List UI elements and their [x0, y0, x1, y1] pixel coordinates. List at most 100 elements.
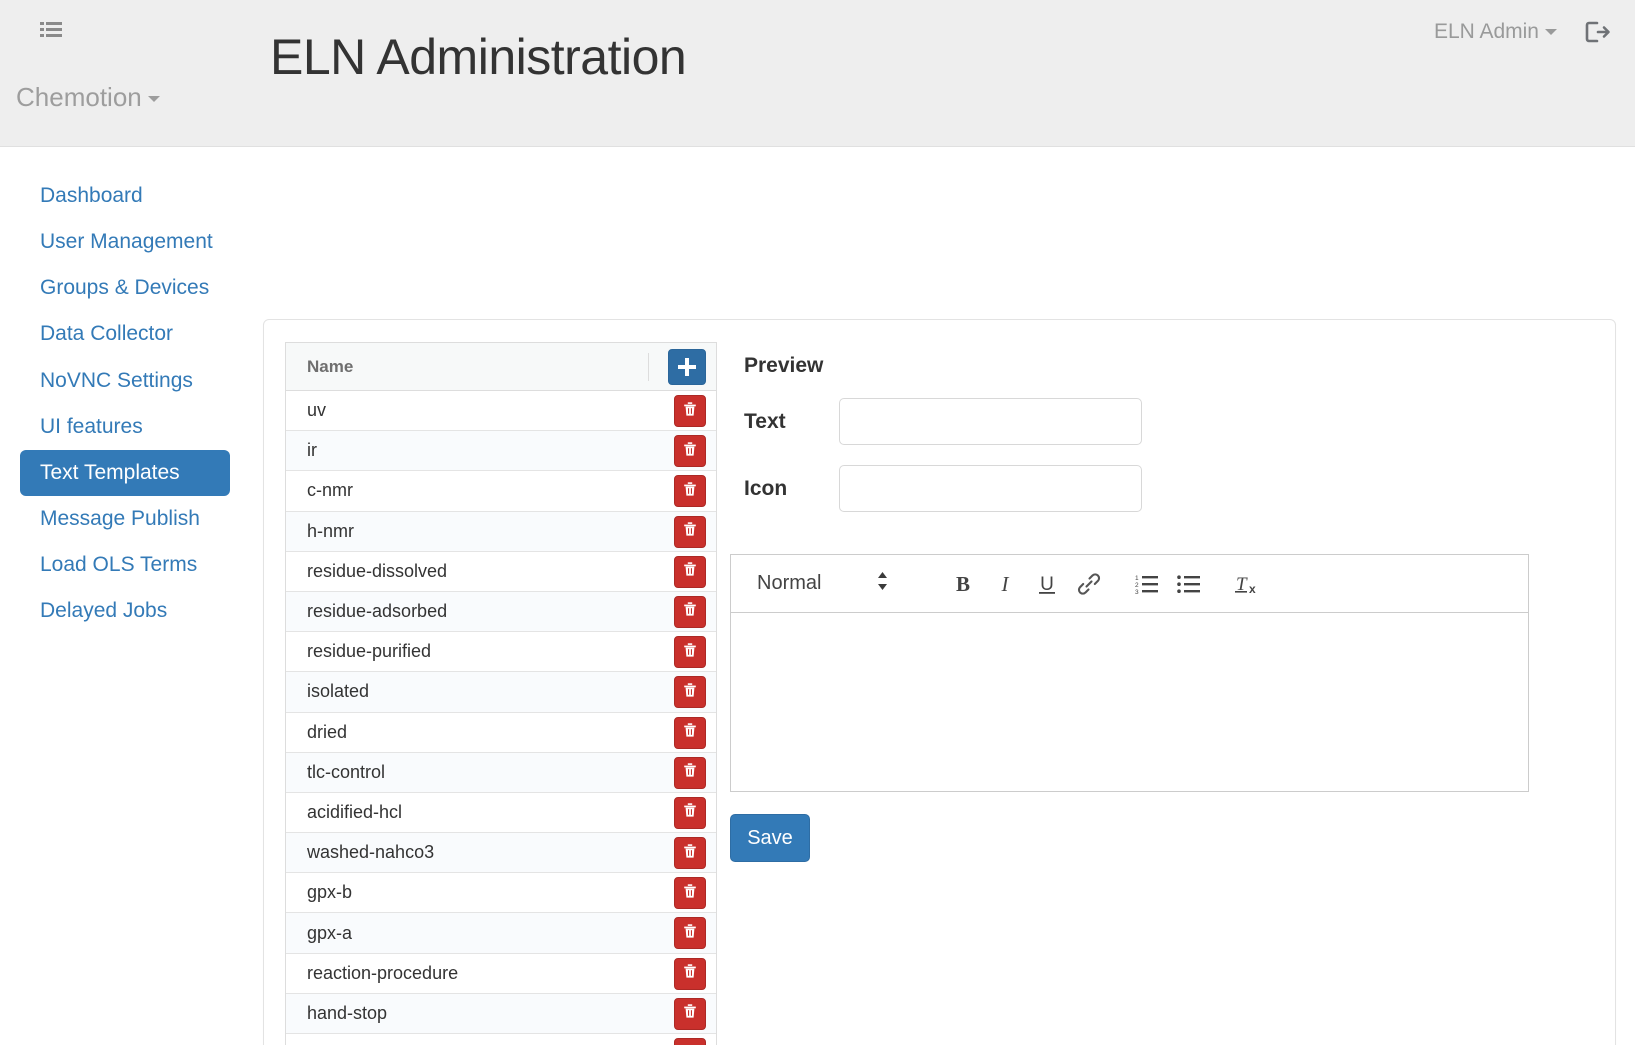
- page-body: Dashboard User Management Groups & Devic…: [0, 147, 1635, 1045]
- trash-icon: [681, 440, 699, 463]
- ordered-list-icon[interactable]: 1 2 3: [1126, 564, 1168, 604]
- table-row[interactable]: gpx-b: [286, 873, 716, 914]
- trash-icon: [681, 600, 699, 623]
- trash-icon: [681, 842, 699, 865]
- table-row[interactable]: uv: [286, 391, 716, 432]
- template-name-cell: reaction-procedure: [307, 962, 459, 983]
- list-hamburger-icon[interactable]: [38, 18, 64, 44]
- delete-template-button[interactable]: [674, 555, 706, 588]
- updown-chevron-icon: [875, 570, 890, 597]
- brand-label: Chemotion: [16, 82, 142, 112]
- editor-content-area[interactable]: [731, 613, 1528, 791]
- sidebar-item-user-management[interactable]: User Management: [20, 219, 230, 265]
- delete-template-button[interactable]: [674, 515, 706, 548]
- save-button[interactable]: Save: [730, 814, 810, 862]
- table-row[interactable]: washed-nahco3: [286, 833, 716, 874]
- editor-toolbar: Normal B I U 1 2 3 T x: [731, 555, 1528, 613]
- delete-template-button[interactable]: [674, 435, 706, 468]
- delete-template-button[interactable]: [674, 1038, 706, 1045]
- trash-icon: [681, 882, 699, 905]
- format-picker[interactable]: Normal: [757, 570, 890, 597]
- sidebar-item-dashboard[interactable]: Dashboard: [20, 173, 230, 219]
- delete-template-button[interactable]: [674, 837, 706, 870]
- page-title: ELN Administration: [270, 29, 687, 85]
- template-name-cell: residue-purified: [307, 641, 432, 662]
- user-menu[interactable]: ELN Admin: [1434, 20, 1557, 44]
- navbar-right: ELN Admin: [1434, 18, 1611, 46]
- delete-template-button[interactable]: [674, 957, 706, 990]
- table-row[interactable]: resin-solvent-reagent: [286, 1034, 716, 1045]
- text-input[interactable]: [839, 398, 1142, 445]
- svg-text:1: 1: [1135, 575, 1139, 582]
- template-name-cell: gpx-b: [307, 882, 353, 903]
- template-name-cell: residue-dissolved: [307, 560, 448, 581]
- table-row[interactable]: acidified-hcl: [286, 792, 716, 834]
- template-name-cell: washed-nahco3: [307, 842, 435, 863]
- delete-template-button[interactable]: [674, 796, 706, 829]
- sidebar-item-delayed-jobs[interactable]: Delayed Jobs: [20, 588, 230, 634]
- delete-template-button[interactable]: [674, 475, 706, 508]
- table-row[interactable]: reaction-procedure: [286, 953, 716, 994]
- bold-icon[interactable]: B: [942, 564, 984, 604]
- svg-text:x: x: [1249, 582, 1256, 596]
- trash-icon: [681, 962, 699, 985]
- sidebar-item-groups-devices[interactable]: Groups & Devices: [20, 265, 230, 311]
- rich-text-editor: Normal B I U 1 2 3 T x: [730, 554, 1529, 792]
- delete-template-button[interactable]: [674, 716, 706, 749]
- brand-dropdown[interactable]: Chemotion: [16, 82, 160, 113]
- delete-template-button[interactable]: [674, 395, 706, 427]
- trash-icon: [681, 1002, 699, 1025]
- table-row[interactable]: isolated: [286, 672, 716, 713]
- delete-template-button[interactable]: [674, 917, 706, 950]
- table-row[interactable]: residue-dissolved: [286, 551, 716, 592]
- delete-template-button[interactable]: [674, 756, 706, 789]
- delete-template-button[interactable]: [674, 877, 706, 910]
- sidebar-item-data-collector[interactable]: Data Collector: [20, 311, 230, 357]
- sidebar-item-text-templates[interactable]: Text Templates: [20, 449, 230, 496]
- delete-template-button[interactable]: [674, 997, 706, 1030]
- table-row[interactable]: residue-purified: [286, 632, 716, 673]
- plus-icon: [678, 358, 696, 376]
- sidebar-item-ui-features[interactable]: UI features: [20, 404, 230, 450]
- delete-template-button[interactable]: [674, 636, 706, 669]
- italic-icon[interactable]: I: [984, 564, 1026, 604]
- delete-template-button[interactable]: [674, 676, 706, 709]
- clear-format-icon[interactable]: T x: [1226, 564, 1268, 604]
- icon-input[interactable]: [839, 465, 1142, 512]
- column-header-name: Name: [307, 356, 354, 376]
- template-name-cell: acidified-hcl: [307, 801, 403, 822]
- content-panel: Name uv ir c-nmr h-nmr residue-dissolved resi…: [263, 319, 1616, 1045]
- sidebar-item-message-publish[interactable]: Message Publish: [20, 496, 230, 542]
- logout-icon[interactable]: [1583, 18, 1611, 46]
- underline-icon[interactable]: U: [1026, 564, 1068, 604]
- table-row[interactable]: h-nmr: [286, 511, 716, 552]
- icon-field-label: Icon: [744, 476, 788, 500]
- table-row[interactable]: hand-stop: [286, 993, 716, 1034]
- template-form: Preview Text Icon Normal B I U 1 2 3 T x…: [730, 342, 1590, 862]
- table-row[interactable]: ir: [286, 431, 716, 472]
- format-picker-label: Normal: [757, 572, 822, 594]
- trash-icon: [681, 721, 699, 744]
- table-row[interactable]: residue-adsorbed: [286, 591, 716, 633]
- sidebar-item-load-ols-terms[interactable]: Load OLS Terms: [20, 542, 230, 588]
- table-row[interactable]: tlc-control: [286, 752, 716, 793]
- text-field-row: Text: [730, 398, 1590, 445]
- table-row[interactable]: c-nmr: [286, 471, 716, 512]
- link-icon[interactable]: [1068, 564, 1110, 604]
- icon-field-row: Icon: [730, 465, 1590, 512]
- add-template-button[interactable]: [668, 349, 706, 385]
- table-row[interactable]: dried: [286, 712, 716, 753]
- user-menu-label: ELN Admin: [1433, 20, 1539, 43]
- delete-template-button[interactable]: [674, 595, 706, 628]
- bullet-list-icon[interactable]: [1168, 564, 1210, 604]
- trash-icon: [681, 641, 699, 664]
- template-name-cell: uv: [307, 400, 327, 421]
- sidebar-item-novnc-settings[interactable]: NoVNC Settings: [20, 358, 230, 404]
- table-row[interactable]: gpx-a: [286, 913, 716, 954]
- trash-icon: [681, 922, 699, 945]
- chevron-down-icon: [147, 96, 160, 103]
- svg-text:B: B: [956, 572, 970, 596]
- trash-icon: [681, 480, 699, 503]
- svg-text:2: 2: [1135, 582, 1139, 589]
- chevron-down-icon: [1545, 29, 1557, 36]
